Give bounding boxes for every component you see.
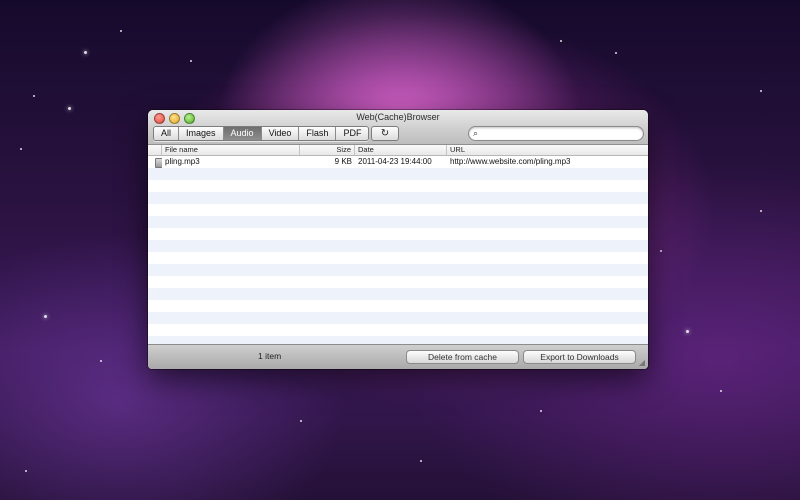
audio-file-icon — [155, 158, 162, 168]
refresh-icon: ↻ — [380, 128, 390, 139]
table-body: pling.mp3 9 KB 2011-04-23 19:44:00 http:… — [148, 156, 648, 345]
icon-column-header[interactable] — [148, 145, 162, 155]
url-cell: http://www.website.com/pling.mp3 — [450, 157, 571, 166]
export-to-downloads-button[interactable]: Export to Downloads — [523, 350, 636, 364]
resize-grip-icon[interactable]: ◢ — [639, 358, 645, 367]
tab-images[interactable]: Images — [179, 127, 224, 140]
app-window: Web(Cache)Browser All Images Audio Video… — [148, 110, 648, 369]
item-count: 1 item — [258, 351, 282, 361]
column-header-size[interactable]: Size — [300, 145, 355, 155]
file-table: File name Size Date URL pling.mp3 9 KB 2… — [148, 145, 648, 345]
tab-audio[interactable]: Audio — [223, 127, 262, 140]
column-header-file-name[interactable]: File name — [162, 145, 300, 155]
tab-pdf[interactable]: PDF — [336, 127, 369, 140]
size-cell: 9 KB — [334, 157, 352, 166]
titlebar[interactable]: Web(Cache)Browser All Images Audio Video… — [148, 110, 648, 145]
table-header: File name Size Date URL — [148, 145, 648, 156]
file-type-cell — [148, 156, 162, 168]
file-name-cell: pling.mp3 — [165, 157, 200, 166]
delete-from-cache-button[interactable]: Delete from cache — [406, 350, 519, 364]
tab-video[interactable]: Video — [261, 127, 300, 140]
tab-flash[interactable]: Flash — [299, 127, 337, 140]
table-row[interactable]: pling.mp3 9 KB 2011-04-23 19:44:00 http:… — [148, 156, 648, 168]
tab-all[interactable]: All — [154, 127, 180, 140]
status-bar: 1 item Delete from cache Export to Downl… — [148, 344, 648, 369]
date-cell: 2011-04-23 19:44:00 — [358, 157, 432, 166]
window-title: Web(Cache)Browser — [356, 112, 440, 122]
filter-segmented-control: All Images Audio Video Flash PDF — [153, 126, 370, 141]
refresh-button[interactable]: ↻ — [371, 126, 399, 141]
search-icon: ⌕ — [473, 128, 479, 138]
search-field[interactable]: ⌕ — [468, 126, 644, 141]
column-header-date[interactable]: Date — [355, 145, 447, 155]
column-header-url[interactable]: URL — [447, 145, 648, 155]
search-input[interactable] — [483, 127, 633, 140]
